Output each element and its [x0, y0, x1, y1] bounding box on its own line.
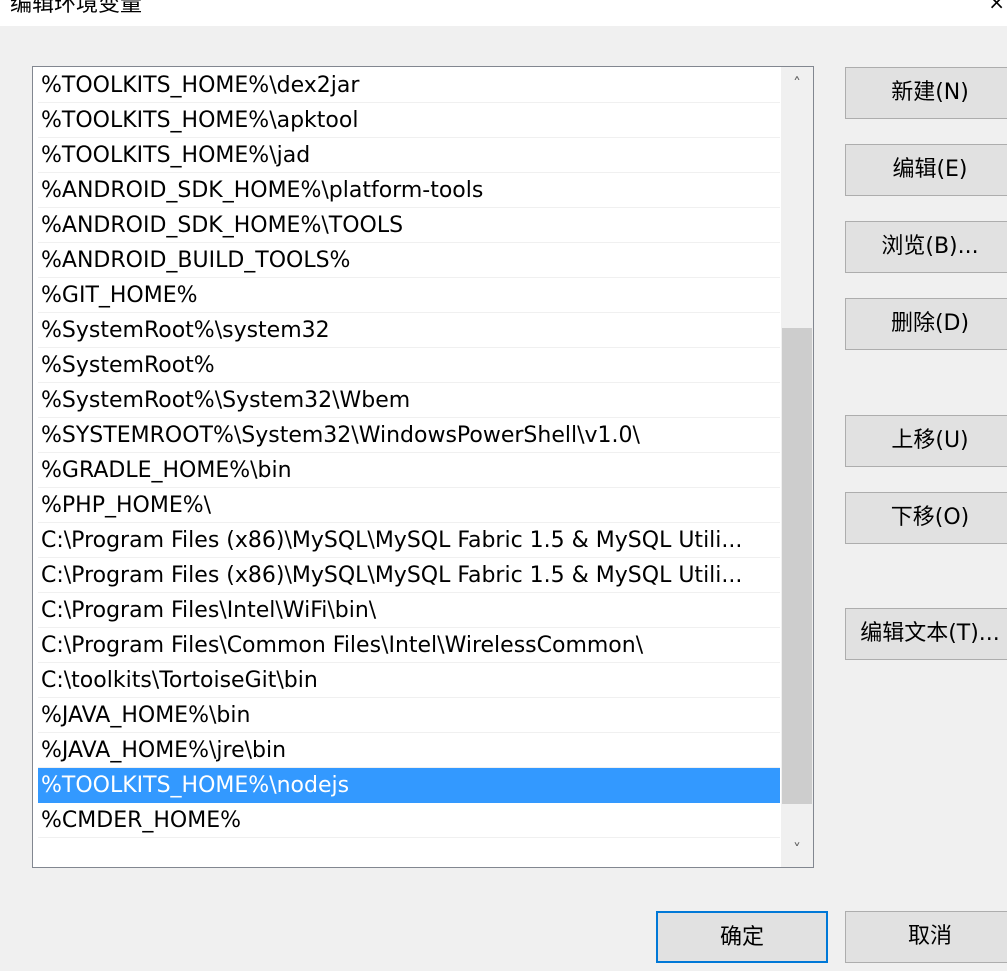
- list-item[interactable]: %PHP_HOME%\: [38, 488, 780, 523]
- browse-button[interactable]: 浏览(B)...: [845, 221, 1007, 273]
- list-item[interactable]: C:\Program Files (x86)\MySQL\MySQL Fabri…: [38, 523, 780, 558]
- path-list: %TOOLKITS_HOME%\dex2jar %TOOLKITS_HOME%\a…: [38, 68, 780, 838]
- list-item[interactable]: %SystemRoot%\System32\Wbem: [38, 383, 780, 418]
- path-listbox[interactable]: %TOOLKITS_HOME%\dex2jar %TOOLKITS_HOME%\a…: [32, 66, 814, 868]
- scrollbar-thumb[interactable]: [782, 327, 812, 804]
- list-item[interactable]: %ANDROID_SDK_HOME%\platform-tools: [38, 173, 780, 208]
- move-down-button[interactable]: 下移(O): [845, 492, 1007, 544]
- list-item[interactable]: %JAVA_HOME%\jre\bin: [38, 733, 780, 768]
- list-item[interactable]: %TOOLKITS_HOME%\nodejs: [38, 768, 780, 803]
- new-button[interactable]: 新建(N): [845, 67, 1007, 119]
- title-bar[interactable]: 编辑环境变量 ×: [0, 0, 1007, 26]
- cancel-button[interactable]: 取消: [845, 911, 1007, 963]
- list-item[interactable]: C:\Program Files\Common Files\Intel\Wire…: [38, 628, 780, 663]
- edit-button[interactable]: 编辑(E): [845, 144, 1007, 196]
- ok-button[interactable]: 确定: [656, 911, 828, 963]
- list-item[interactable]: %SYSTEMROOT%\System32\WindowsPowerShell\…: [38, 418, 780, 453]
- list-item[interactable]: %ANDROID_BUILD_TOOLS%: [38, 243, 780, 278]
- edit-text-button[interactable]: 编辑文本(T)...: [845, 608, 1007, 660]
- window-title: 编辑环境变量: [10, 0, 143, 17]
- list-item[interactable]: C:\Program Files\Intel\WiFi\bin\: [38, 593, 780, 628]
- edit-environment-variable-dialog: 编辑环境变量 × %TOOLKITS_HOME%\dex2jar %TOOLKIT…: [0, 0, 1007, 971]
- vertical-scrollbar[interactable]: ˄ ˅: [781, 67, 813, 867]
- list-item[interactable]: C:\toolkits\TortoiseGit\bin: [38, 663, 780, 698]
- chevron-down-icon[interactable]: ˅: [781, 833, 813, 867]
- list-item[interactable]: %TOOLKITS_HOME%\jad: [38, 138, 780, 173]
- list-item[interactable]: %TOOLKITS_HOME%\dex2jar: [38, 68, 780, 103]
- list-item[interactable]: %TOOLKITS_HOME%\apktool: [38, 103, 780, 138]
- list-item[interactable]: %GRADLE_HOME%\bin: [38, 453, 780, 488]
- list-item[interactable]: %SystemRoot%: [38, 348, 780, 383]
- delete-button[interactable]: 删除(D): [845, 298, 1007, 350]
- list-item[interactable]: %GIT_HOME%: [38, 278, 780, 313]
- move-up-button[interactable]: 上移(U): [845, 415, 1007, 467]
- list-item[interactable]: C:\Program Files (x86)\MySQL\MySQL Fabri…: [38, 558, 780, 593]
- list-item[interactable]: %CMDER_HOME%: [38, 803, 780, 838]
- list-item[interactable]: %ANDROID_SDK_HOME%\TOOLS: [38, 208, 780, 243]
- list-item[interactable]: %SystemRoot%\system32: [38, 313, 780, 348]
- chevron-up-icon[interactable]: ˄: [781, 67, 813, 101]
- close-icon[interactable]: ×: [988, 0, 1005, 14]
- list-item[interactable]: %JAVA_HOME%\bin: [38, 698, 780, 733]
